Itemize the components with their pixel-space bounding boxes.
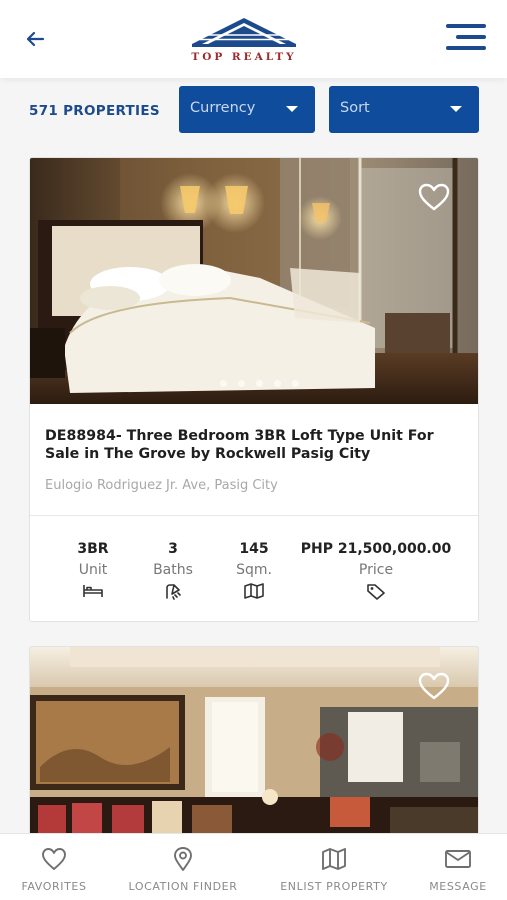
stat-area: 145 Sqm. (226, 541, 282, 604)
tab-enlist-property[interactable]: ENLIST PROPERTY (276, 834, 392, 900)
bedroom-photo (30, 158, 478, 404)
tab-favorites-label: FAVORITES (21, 880, 87, 893)
stat-area-value: 145 (239, 541, 269, 557)
bottom-tab-bar: FAVORITES LOCATION FINDER ENLIST PROPERT… (0, 833, 507, 900)
back-button[interactable] (22, 26, 48, 52)
arrow-left-icon (26, 31, 45, 47)
stat-price-value: PHP 21,500,000.00 (300, 541, 452, 557)
shower-icon (166, 584, 181, 600)
pagination-dot[interactable] (274, 380, 281, 387)
map-icon (322, 848, 346, 870)
stat-baths-value: 3 (168, 541, 178, 557)
listing-toolbar: 571 PROPERTIES Currency Sort (0, 86, 507, 134)
stat-baths: 3 Baths (147, 541, 199, 604)
pagination-dot[interactable] (256, 380, 263, 387)
heart-icon (418, 183, 450, 211)
hamburger-menu-icon-bar (446, 46, 486, 50)
property-photo[interactable] (30, 158, 478, 404)
app-header: TOP REALTY (0, 0, 507, 78)
property-count: 571 PROPERTIES (29, 103, 160, 119)
property-photo[interactable] (30, 647, 478, 845)
stat-price-label: Price (358, 562, 394, 578)
pagination-dot[interactable] (292, 380, 299, 387)
favorite-button[interactable] (417, 671, 453, 703)
property-card[interactable] (29, 646, 479, 846)
living-room-photo (30, 647, 478, 845)
tag-icon (367, 584, 385, 600)
tab-location-finder[interactable]: LOCATION FINDER (125, 834, 241, 900)
property-address: Eulogio Rodriguez Jr. Ave, Pasig City (45, 478, 278, 493)
bed-icon (83, 585, 103, 597)
top-realty-logo[interactable]: TOP REALTY (186, 14, 302, 64)
logo-text: TOP REALTY (191, 51, 297, 63)
currency-dropdown-label: Currency (190, 100, 256, 116)
pagination-dot[interactable] (238, 380, 245, 387)
heart-icon (418, 672, 450, 700)
tab-message-label: MESSAGE (429, 880, 487, 893)
caret-down-icon (286, 106, 298, 112)
hamburger-menu-icon-bar (456, 35, 486, 39)
caret-down-icon (450, 106, 462, 112)
currency-dropdown[interactable]: Currency (179, 86, 315, 133)
property-card[interactable]: DE88984- Three Bedroom 3BR Loft Type Uni… (29, 157, 479, 622)
stat-unit: 3BR Unit (68, 541, 118, 604)
pagination-dot[interactable] (220, 380, 227, 387)
envelope-icon (445, 850, 471, 868)
divider (30, 515, 478, 516)
sort-dropdown[interactable]: Sort (329, 86, 479, 133)
map-icon (244, 583, 264, 599)
heart-icon (42, 848, 66, 870)
stat-baths-label: Baths (153, 562, 193, 578)
map-pin-icon (174, 847, 192, 871)
photo-pagination-dots (220, 380, 299, 387)
tab-enlist-property-label: ENLIST PROPERTY (280, 880, 388, 893)
tab-favorites[interactable]: FAVORITES (12, 834, 96, 900)
stat-unit-label: Unit (78, 562, 108, 578)
logo-roof-graphic (192, 18, 296, 47)
sort-dropdown-label: Sort (340, 100, 370, 116)
favorite-button[interactable] (417, 182, 453, 214)
property-title[interactable]: DE88984- Three Bedroom 3BR Loft Type Uni… (45, 428, 465, 463)
menu-button[interactable] (446, 22, 488, 54)
stat-price: PHP 21,500,000.00 Price (296, 541, 456, 604)
property-stats: 3BR Unit 3 Baths 145 Sqm. PHP 21,500,000… (30, 541, 478, 611)
hamburger-menu-icon (446, 24, 486, 28)
stat-unit-value: 3BR (77, 541, 109, 557)
tab-message[interactable]: MESSAGE (425, 834, 491, 900)
stat-area-label: Sqm. (236, 562, 272, 578)
tab-location-finder-label: LOCATION FINDER (128, 880, 238, 893)
